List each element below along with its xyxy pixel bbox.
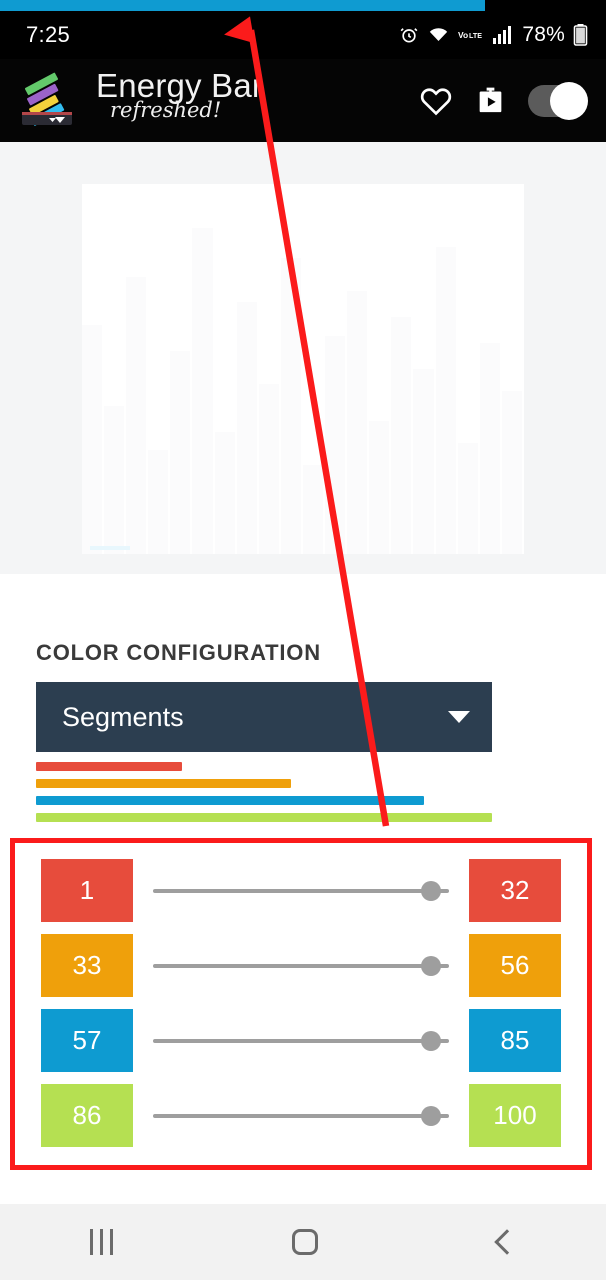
- segment-end-value: 56: [500, 949, 530, 980]
- battery-percent: 78%: [522, 23, 565, 46]
- nav-home-button[interactable]: [292, 1229, 319, 1255]
- slider-track: [153, 1113, 449, 1118]
- segment-end-swatch[interactable]: 56: [469, 933, 561, 997]
- segment-row: 33 56: [41, 928, 561, 1002]
- wallpaper-preview-panel: [0, 142, 606, 574]
- segment-start-swatch[interactable]: 1: [41, 858, 133, 922]
- status-icon-group: Vo LTE 78%: [399, 23, 588, 47]
- nav-back-button[interactable]: [494, 1229, 520, 1255]
- nav-recents-button[interactable]: [89, 1229, 113, 1255]
- battery-icon: [573, 24, 588, 46]
- play-store-icon[interactable]: [475, 85, 506, 116]
- segment-start-swatch[interactable]: 33: [41, 933, 133, 997]
- segment-end-value: 32: [500, 874, 530, 905]
- segment-row: 57 85: [41, 1003, 561, 1077]
- segment-preview-bar: [36, 762, 182, 771]
- wifi-icon: [427, 25, 450, 45]
- app-logo-icon: [18, 72, 82, 130]
- phone-screen: 7:25 Vo LTE 78% Energy Bar refreshed! CO…: [0, 0, 606, 1280]
- segment-start-swatch[interactable]: 57: [41, 1008, 133, 1072]
- volte-icon: Vo LTE: [458, 28, 484, 42]
- segment-row: 1 32: [41, 853, 561, 927]
- segment-end-swatch[interactable]: 32: [469, 858, 561, 922]
- app-subtitle: refreshed!: [110, 97, 222, 122]
- app-bar-actions: [419, 81, 588, 120]
- segment-range-slider[interactable]: [153, 1084, 449, 1147]
- top-progress-bar: [0, 0, 606, 11]
- slider-track: [153, 1038, 449, 1043]
- slider-thumb[interactable]: [421, 955, 442, 976]
- segment-rows-highlight-box: 1 32 33 56 57 85 86 100: [10, 838, 592, 1170]
- preview-accent-strip: [90, 546, 130, 550]
- slider-track: [153, 888, 449, 893]
- segment-end-value: 85: [500, 1024, 530, 1055]
- preview-ghost-bars: [82, 184, 524, 554]
- color-mode-value: Segments: [62, 701, 184, 732]
- favorite-heart-icon[interactable]: [419, 85, 453, 116]
- alarm-icon: [399, 25, 419, 45]
- segment-range-slider[interactable]: [153, 859, 449, 922]
- color-configuration-section: COLOR CONFIGURATION Segments 1 32 33 56 …: [0, 574, 606, 1180]
- svg-text:LTE: LTE: [469, 32, 482, 40]
- segment-end-swatch[interactable]: 100: [469, 1083, 561, 1147]
- slider-thumb[interactable]: [421, 1105, 442, 1126]
- wallpaper-preview-card[interactable]: [82, 184, 524, 554]
- segment-preview-bar: [36, 813, 492, 822]
- app-title-block: Energy Bar refreshed!: [96, 67, 419, 134]
- enable-toggle[interactable]: [528, 81, 588, 120]
- segment-start-value: 1: [79, 874, 95, 905]
- segment-preview-bar: [36, 779, 292, 788]
- signal-icon: [492, 25, 514, 45]
- slider-track: [153, 963, 449, 968]
- status-clock: 7:25: [26, 22, 71, 47]
- segment-rows: 1 32 33 56 57 85 86 100: [41, 853, 561, 1153]
- segment-preview-bar: [36, 796, 424, 805]
- segment-start-value: 33: [72, 949, 102, 980]
- segment-start-value: 86: [72, 1099, 102, 1130]
- slider-thumb[interactable]: [421, 880, 442, 901]
- segment-start-swatch[interactable]: 86: [41, 1083, 133, 1147]
- segment-row: 86 100: [41, 1078, 561, 1152]
- segment-range-slider[interactable]: [153, 1009, 449, 1072]
- slider-thumb[interactable]: [421, 1030, 442, 1051]
- toggle-knob: [550, 81, 588, 120]
- chevron-down-icon: [448, 711, 470, 723]
- segment-end-value: 100: [493, 1099, 537, 1130]
- segment-range-slider[interactable]: [153, 934, 449, 997]
- svg-text:Vo: Vo: [458, 30, 468, 40]
- segment-end-swatch[interactable]: 85: [469, 1008, 561, 1072]
- segment-start-value: 57: [72, 1024, 102, 1055]
- color-mode-dropdown[interactable]: Segments: [36, 682, 492, 752]
- top-progress-fill: [0, 0, 485, 11]
- segment-preview-bars: [36, 762, 492, 830]
- status-bar: 7:25 Vo LTE 78%: [0, 11, 606, 59]
- system-navigation-bar: [0, 1204, 606, 1280]
- section-title: COLOR CONFIGURATION: [36, 640, 321, 665]
- app-bar: Energy Bar refreshed!: [0, 59, 606, 142]
